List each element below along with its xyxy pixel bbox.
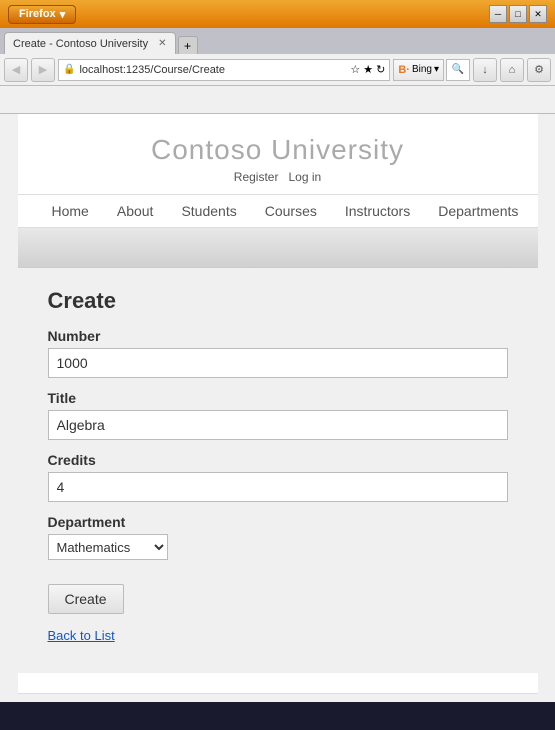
firefox-button[interactable]: Firefox ▾: [8, 5, 76, 24]
register-link[interactable]: Register: [234, 170, 279, 184]
site-navigation: Home About Students Courses Instructors …: [18, 194, 538, 228]
site-wrapper: Contoso University Register Log in Home …: [18, 114, 538, 702]
address-text: localhost:1235/Course/Create: [79, 64, 346, 76]
active-tab[interactable]: Create - Contoso University ✕: [4, 32, 176, 54]
create-button-group: Create: [48, 572, 508, 614]
tools-icon: ⚙: [534, 63, 544, 76]
title-input[interactable]: [48, 410, 508, 440]
home-icon: ⌂: [509, 64, 516, 76]
search-icon: 🔍: [452, 64, 464, 75]
browser-window: Firefox ▾ ─ □ ✕ Create - Contoso Univers…: [0, 0, 555, 114]
title-field-group: Title: [48, 390, 508, 440]
refresh-icon[interactable]: ↻: [376, 63, 385, 76]
tab-close-icon[interactable]: ✕: [158, 38, 166, 49]
tab-title: Create - Contoso University: [13, 38, 148, 50]
create-button[interactable]: Create: [48, 584, 124, 614]
bing-logo: B·: [398, 64, 410, 76]
tools-button[interactable]: ⚙: [527, 58, 551, 82]
site-title: Contoso University: [18, 134, 538, 166]
new-tab-button[interactable]: +: [178, 36, 198, 54]
restore-button[interactable]: □: [509, 5, 527, 23]
window-controls: ─ □ ✕: [489, 5, 547, 23]
credits-label: Credits: [48, 452, 508, 468]
site-header: Contoso University Register Log in: [18, 114, 538, 194]
address-bar[interactable]: 🔒 localhost:1235/Course/Create ☆ ★ ↻: [58, 59, 390, 81]
minimize-button[interactable]: ─: [489, 5, 507, 23]
login-link[interactable]: Log in: [289, 170, 322, 184]
firefox-dropdown-icon: ▾: [60, 8, 66, 21]
nav-courses[interactable]: Courses: [251, 195, 331, 227]
hero-banner: [18, 228, 538, 268]
title-bar: Firefox ▾ ─ □ ✕: [0, 0, 555, 28]
forward-arrow-icon: ▶: [39, 63, 47, 76]
department-select[interactable]: Mathematics English Economics Engineerin…: [48, 534, 168, 560]
nav-students[interactable]: Students: [167, 195, 250, 227]
main-content: Create Number Title Credits Department M…: [18, 268, 538, 673]
star-icon[interactable]: ☆: [350, 63, 360, 76]
search-area: B· Bing ▾ 🔍: [393, 59, 470, 81]
tab-bar: Create - Contoso University ✕ +: [0, 28, 555, 54]
site-auth: Register Log in: [18, 170, 538, 184]
title-label: Title: [48, 390, 508, 406]
page-content: Contoso University Register Log in Home …: [0, 114, 555, 702]
forward-button[interactable]: ▶: [31, 58, 55, 82]
search-box[interactable]: 🔍: [446, 59, 470, 81]
nav-home[interactable]: Home: [38, 195, 103, 227]
bookmark-icon[interactable]: ★: [363, 63, 373, 76]
back-to-list-link[interactable]: Back to List: [48, 628, 508, 643]
nav-instructors[interactable]: Instructors: [331, 195, 424, 227]
back-arrow-icon: ◀: [12, 63, 20, 76]
lock-icon: 🔒: [63, 64, 75, 75]
number-field-group: Number: [48, 328, 508, 378]
credits-field-group: Credits: [48, 452, 508, 502]
back-button[interactable]: ◀: [4, 58, 28, 82]
department-field-group: Department Mathematics English Economics…: [48, 514, 508, 560]
browser-toolbar: [0, 86, 555, 114]
number-label: Number: [48, 328, 508, 344]
credits-input[interactable]: [48, 472, 508, 502]
nav-departments[interactable]: Departments: [424, 195, 532, 227]
address-icons: ☆ ★ ↻: [350, 63, 385, 76]
navigation-bar: ◀ ▶ 🔒 localhost:1235/Course/Create ☆ ★ ↻…: [0, 54, 555, 86]
department-label: Department: [48, 514, 508, 530]
bing-label: Bing: [412, 64, 432, 75]
close-button[interactable]: ✕: [529, 5, 547, 23]
download-button[interactable]: ↓: [473, 58, 497, 82]
nav-about[interactable]: About: [103, 195, 168, 227]
site-footer: © 2013 - Contoso University: [18, 693, 538, 702]
firefox-label: Firefox: [19, 8, 56, 20]
home-button[interactable]: ⌂: [500, 58, 524, 82]
bing-dropdown-icon: ▾: [434, 64, 439, 75]
bing-dropdown[interactable]: B· Bing ▾: [393, 59, 444, 81]
number-input[interactable]: [48, 348, 508, 378]
page-heading: Create: [48, 288, 508, 314]
